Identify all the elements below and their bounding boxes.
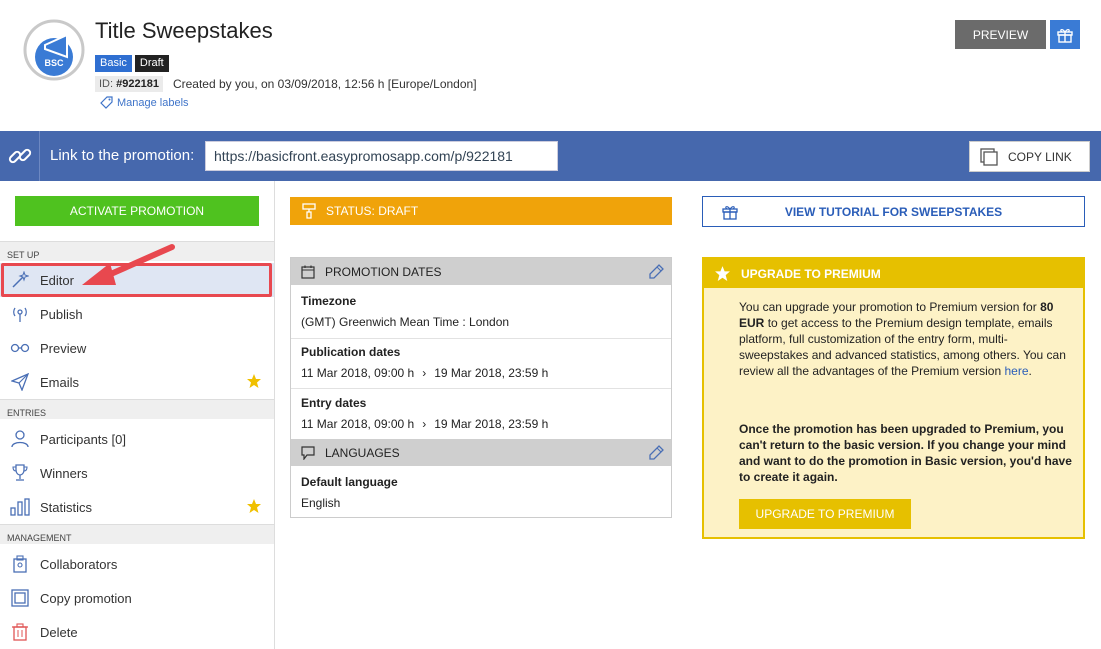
link-label: Link to the promotion: bbox=[50, 147, 195, 164]
activate-promotion-button[interactable]: ACTIVATE PROMOTION bbox=[15, 196, 259, 226]
promotion-url-field[interactable] bbox=[205, 141, 558, 171]
sidebar-item-copy-promotion[interactable]: Copy promotion bbox=[0, 581, 274, 615]
sidebar-item-statistics[interactable]: Statistics bbox=[0, 490, 274, 524]
promotion-dates-card: PROMOTION DATES Timezone (GMT) Greenwich… bbox=[290, 257, 672, 518]
promotion-dashboard: BSC Title Sweepstakes Basic Draft ID: #9… bbox=[0, 0, 1101, 649]
annotation-arrow bbox=[82, 244, 175, 285]
sidebar-item-label: Preview bbox=[40, 340, 87, 356]
promotion-meta: ID: #922181 Created by you, on 03/09/201… bbox=[95, 76, 477, 92]
promotion-header: BSC Title Sweepstakes Basic Draft ID: #9… bbox=[0, 0, 1101, 131]
sidebar: ACTIVATE PROMOTION SET UP Editor Publish… bbox=[0, 181, 275, 649]
edit-languages-icon[interactable] bbox=[647, 444, 665, 465]
upgrade-description: You can upgrade your promotion to Premiu… bbox=[739, 300, 1066, 378]
status-badges: Basic Draft bbox=[95, 55, 169, 72]
logo-text: BSC bbox=[44, 58, 64, 68]
languages-header: LANGUAGES bbox=[291, 439, 671, 466]
copy-icon bbox=[980, 147, 998, 166]
sidebar-item-label: Participants [0] bbox=[40, 431, 126, 447]
promotion-link-bar: Link to the promotion: COPY LINK bbox=[0, 131, 1101, 181]
section-entries: ENTRIES bbox=[0, 399, 274, 419]
star-icon bbox=[246, 373, 262, 392]
bar-chart-icon bbox=[10, 497, 30, 517]
paper-plane-icon bbox=[10, 372, 30, 392]
basic-badge: Basic bbox=[95, 55, 132, 72]
upgrade-header: UPGRADE TO PREMIUM bbox=[704, 259, 1083, 288]
promotion-logo: BSC bbox=[23, 19, 85, 81]
trophy-icon bbox=[10, 463, 30, 483]
calendar-icon bbox=[301, 265, 315, 279]
copy-icon bbox=[10, 588, 30, 608]
promotion-dates-header: PROMOTION DATES bbox=[291, 258, 671, 285]
user-icon bbox=[10, 429, 30, 449]
gift-button[interactable] bbox=[1050, 20, 1080, 49]
edit-dates-icon[interactable] bbox=[647, 263, 665, 284]
collaborators-icon bbox=[10, 554, 30, 574]
sidebar-item-delete[interactable]: Delete bbox=[0, 615, 274, 649]
status-banner: STATUS: DRAFT bbox=[290, 197, 672, 225]
sidebar-item-collaborators[interactable]: Collaborators bbox=[0, 547, 274, 581]
gift-icon bbox=[1057, 28, 1073, 43]
sidebar-item-label: Emails bbox=[40, 374, 80, 390]
draft-badge: Draft bbox=[134, 55, 169, 72]
glasses-icon bbox=[10, 338, 30, 358]
trash-icon bbox=[10, 622, 30, 642]
publication-dates-field: Publication dates 11 Mar 2018, 09:00 h ›… bbox=[301, 345, 549, 380]
section-management: MANAGEMENT bbox=[0, 524, 274, 544]
here-link[interactable]: here bbox=[1004, 364, 1028, 378]
promotion-id: ID: #922181 bbox=[95, 76, 163, 92]
sidebar-item-label: Delete bbox=[40, 624, 78, 640]
tag-icon bbox=[100, 96, 113, 109]
speech-bubble-icon bbox=[301, 445, 315, 460]
timezone-field: Timezone (GMT) Greenwich Mean Time : Lon… bbox=[301, 294, 510, 329]
upgrade-premium-panel: UPGRADE TO PREMIUM You can upgrade your … bbox=[702, 257, 1085, 539]
gift-icon bbox=[721, 203, 739, 224]
star-icon bbox=[246, 498, 262, 517]
manage-labels-link[interactable]: Manage labels bbox=[100, 96, 189, 109]
view-tutorial-button[interactable]: VIEW TUTORIAL FOR SWEEPSTAKES bbox=[702, 196, 1085, 227]
sidebar-item-emails[interactable]: Emails bbox=[0, 365, 274, 399]
default-language-field: Default language English bbox=[301, 475, 398, 510]
broadcast-icon bbox=[10, 304, 30, 324]
sidebar-item-label: Winners bbox=[40, 465, 88, 481]
sidebar-item-label: Copy promotion bbox=[40, 590, 132, 606]
upgrade-warning: Once the promotion has been upgraded to … bbox=[739, 422, 1072, 484]
sidebar-item-label: Publish bbox=[40, 306, 83, 322]
paint-roller-icon bbox=[302, 203, 316, 219]
created-text: Created by you, on 03/09/2018, 12:56 h [… bbox=[172, 77, 477, 91]
sidebar-item-winners[interactable]: Winners bbox=[0, 456, 274, 490]
upgrade-to-premium-button[interactable]: UPGRADE TO PREMIUM bbox=[739, 499, 911, 529]
preview-button[interactable]: PREVIEW bbox=[955, 20, 1046, 49]
link-icon bbox=[0, 131, 40, 181]
entry-dates-field: Entry dates 11 Mar 2018, 09:00 h › 19 Ma… bbox=[301, 396, 549, 431]
chevron-right-icon: › bbox=[422, 417, 427, 431]
sidebar-item-label: Statistics bbox=[40, 499, 93, 515]
copy-link-button[interactable]: COPY LINK bbox=[969, 141, 1090, 172]
sidebar-item-label: Collaborators bbox=[40, 556, 118, 572]
star-icon bbox=[715, 266, 730, 281]
sidebar-item-preview[interactable]: Preview bbox=[0, 331, 274, 365]
chevron-right-icon: › bbox=[422, 366, 427, 380]
sidebar-item-participants[interactable]: Participants [0] bbox=[0, 422, 274, 456]
page-title: Title Sweepstakes bbox=[95, 18, 273, 43]
sidebar-item-publish[interactable]: Publish bbox=[0, 297, 274, 331]
